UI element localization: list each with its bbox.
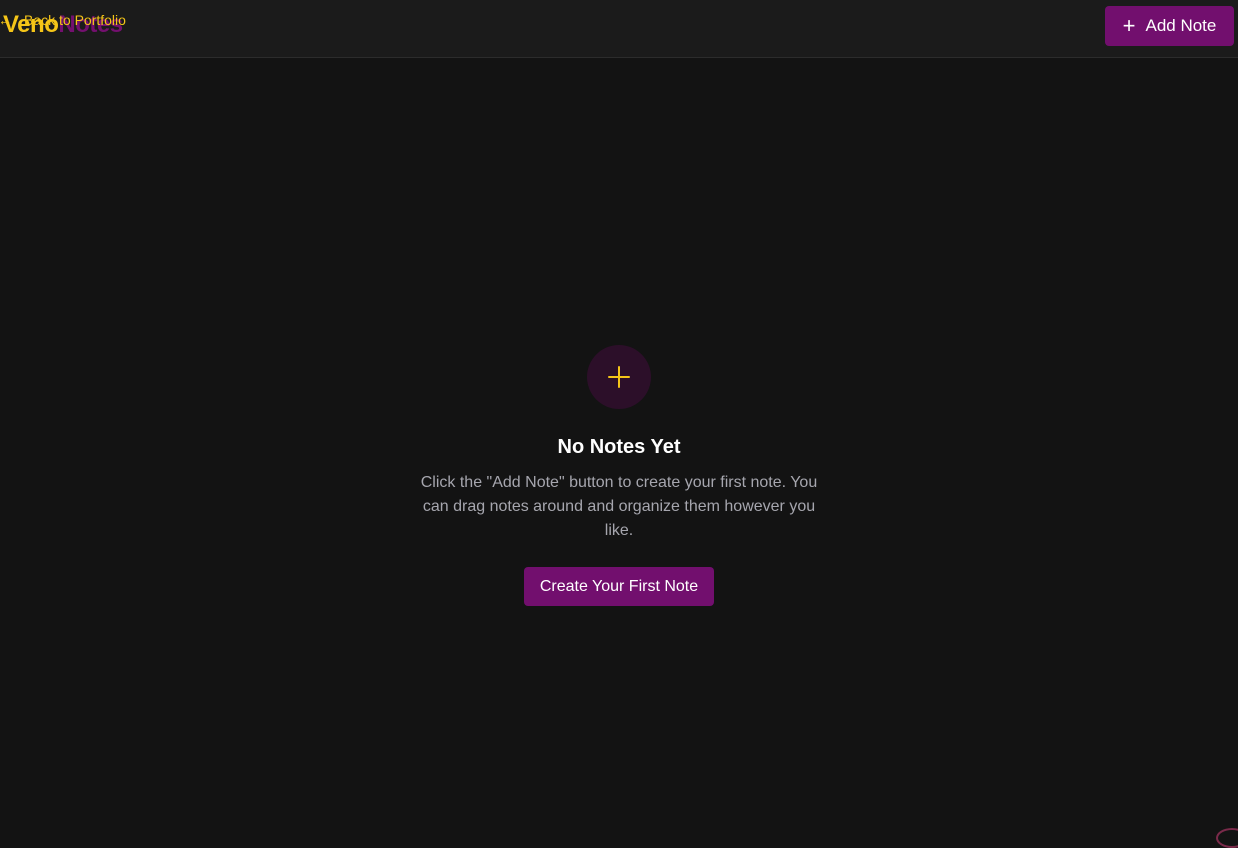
add-note-button[interactable]: + Add Note bbox=[1105, 6, 1234, 46]
back-link-label: Back to Portfolio bbox=[24, 12, 126, 28]
plus-icon-vertical bbox=[618, 366, 620, 388]
back-to-portfolio-link[interactable]: ← Back to Portfolio bbox=[0, 12, 126, 28]
top-header: VenoNotes ←Back to Portfolio + Add Note bbox=[0, 0, 1238, 58]
arrow-left-icon: ← bbox=[0, 12, 12, 28]
create-first-note-button[interactable]: Create Your First Note bbox=[524, 567, 714, 606]
empty-state-title: No Notes Yet bbox=[0, 435, 1238, 459]
empty-state-description: Click the "Add Note" button to create yo… bbox=[414, 471, 824, 543]
plus-icon: + bbox=[1123, 16, 1136, 36]
add-note-label: Add Note bbox=[1145, 16, 1216, 36]
corner-decoration bbox=[1216, 828, 1238, 848]
empty-state: No Notes Yet Click the "Add Note" button… bbox=[0, 345, 1238, 606]
empty-state-plus-icon bbox=[587, 345, 651, 409]
